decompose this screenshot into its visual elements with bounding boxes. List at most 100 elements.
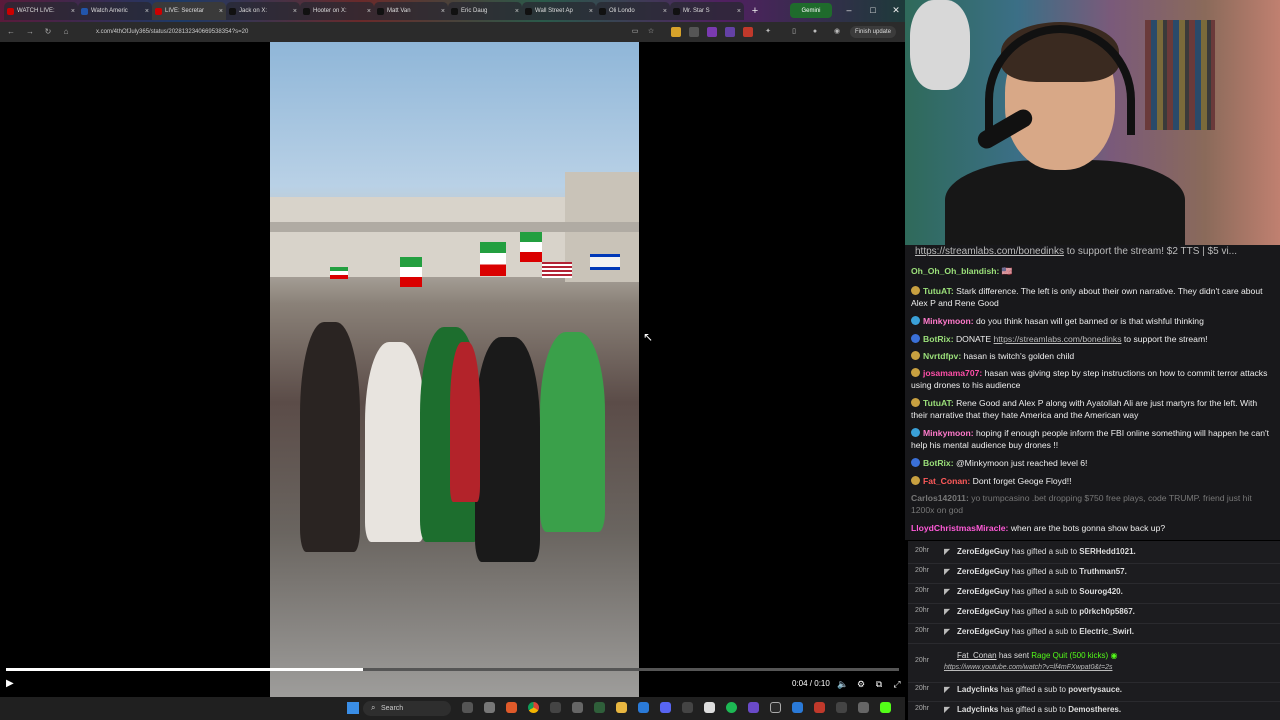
app-icon[interactable] bbox=[814, 702, 825, 713]
spotify-icon[interactable] bbox=[726, 702, 737, 713]
browser-tab[interactable]: Oli Londo × bbox=[596, 2, 670, 20]
file-icon[interactable] bbox=[484, 702, 495, 713]
fullscreen-icon[interactable]: ⤢ bbox=[891, 678, 903, 690]
tab-close-icon[interactable]: × bbox=[441, 8, 445, 15]
app-icon[interactable] bbox=[792, 702, 803, 713]
sidebar-icon[interactable]: ▯ bbox=[789, 27, 799, 37]
chat-username[interactable]: josamama707: bbox=[923, 368, 982, 378]
tab-close-icon[interactable]: × bbox=[145, 8, 149, 15]
obs-icon[interactable] bbox=[770, 702, 781, 713]
feed-gifter[interactable]: ZeroEdgeGuy bbox=[957, 607, 1009, 616]
extension-icon[interactable] bbox=[689, 27, 699, 37]
app-icon[interactable] bbox=[682, 702, 693, 713]
avatar-icon[interactable]: ◉ bbox=[832, 27, 842, 37]
url-field[interactable]: x.com/4thOfJuly365/status/20281323406695… bbox=[84, 25, 624, 39]
discord-icon[interactable] bbox=[660, 702, 671, 713]
play-icon[interactable]: ▶ bbox=[6, 678, 18, 690]
extension-icon[interactable] bbox=[707, 27, 717, 37]
browser-tab[interactable]: Eric Daug × bbox=[448, 2, 522, 20]
cast-icon[interactable]: ▭ bbox=[630, 27, 640, 37]
browser-tab[interactable]: Matt Van × bbox=[374, 2, 448, 20]
app-icon[interactable] bbox=[836, 702, 847, 713]
browser-app-icon[interactable] bbox=[506, 702, 517, 713]
forward-icon[interactable]: → bbox=[24, 26, 36, 38]
chrome-icon[interactable] bbox=[528, 702, 539, 713]
finish-update-button[interactable]: Finish update bbox=[850, 26, 896, 38]
new-tab-button[interactable]: + bbox=[748, 4, 762, 18]
app-icon[interactable] bbox=[748, 702, 759, 713]
tab-close-icon[interactable]: × bbox=[515, 8, 519, 15]
chat-username[interactable]: Nvrtdfpv: bbox=[923, 351, 961, 361]
feed-gifter[interactable]: Ladyclinks bbox=[957, 685, 998, 694]
extensions-puzzle-icon[interactable]: ✦ bbox=[763, 27, 773, 37]
browser-tab[interactable]: Jack on X: × bbox=[226, 2, 300, 20]
profile-icon[interactable]: ● bbox=[810, 27, 820, 37]
feed-recipient[interactable]: Electric_Swirl. bbox=[1079, 627, 1134, 636]
feed-user[interactable]: Fat_Conan bbox=[957, 651, 997, 660]
chat-username[interactable]: TutuAT: bbox=[923, 398, 954, 408]
chat-username[interactable]: Minkymoon: bbox=[923, 316, 974, 326]
chat-username[interactable]: BotRix: bbox=[923, 334, 954, 344]
app-icon[interactable] bbox=[594, 702, 605, 713]
app-icon[interactable] bbox=[550, 702, 561, 713]
app-icon[interactable] bbox=[572, 702, 583, 713]
feed-gifter[interactable]: ZeroEdgeGuy bbox=[957, 587, 1009, 596]
volume-icon[interactable]: 🔈 bbox=[837, 678, 849, 690]
app-icon[interactable] bbox=[638, 702, 649, 713]
chat-link[interactable]: https://streamlabs.com/bonedinks bbox=[994, 334, 1122, 344]
back-icon[interactable]: ← bbox=[5, 26, 17, 38]
feed-recipient[interactable]: Truthman57. bbox=[1079, 567, 1127, 576]
feed-recipient[interactable]: Demostheres. bbox=[1068, 705, 1121, 714]
browser-tab[interactable]: Watch Americ × bbox=[78, 2, 152, 20]
tab-close-icon[interactable]: × bbox=[71, 8, 75, 15]
tab-close-icon[interactable]: × bbox=[219, 8, 223, 15]
chat-username[interactable]: Minkymoon: bbox=[923, 428, 974, 438]
video-progress-bar[interactable] bbox=[6, 668, 899, 671]
extension-icon[interactable] bbox=[743, 27, 753, 37]
chat-username[interactable]: LloydChristmasMiracle: bbox=[911, 523, 1008, 533]
tab-close-icon[interactable]: × bbox=[293, 8, 297, 15]
reload-icon[interactable]: ↻ bbox=[42, 26, 54, 38]
browser-tab[interactable]: WATCH LIVE: × bbox=[4, 2, 78, 20]
chat-username[interactable]: BotRix: bbox=[923, 458, 954, 468]
feed-gifter[interactable]: Ladyclinks bbox=[957, 705, 998, 714]
twitch-extension-icon[interactable] bbox=[725, 27, 735, 37]
video-player[interactable]: ▶ 0:04 / 0:10 🔈 ⚙ ⧉ ⤢ bbox=[0, 42, 905, 697]
feed-gifter[interactable]: ZeroEdgeGuy bbox=[957, 627, 1009, 636]
pip-icon[interactable]: ⧉ bbox=[873, 678, 885, 690]
windows-start-icon[interactable] bbox=[347, 702, 359, 714]
tab-close-icon[interactable]: × bbox=[589, 8, 593, 15]
chat-username[interactable]: Oh_Oh_Oh_blandish: bbox=[911, 266, 999, 276]
browser-tab[interactable]: Hooter on X: × bbox=[300, 2, 374, 20]
settings-gear-icon[interactable]: ⚙ bbox=[855, 678, 867, 690]
maximize-icon[interactable]: □ bbox=[866, 3, 880, 17]
app-icon[interactable] bbox=[704, 702, 715, 713]
folder-icon[interactable] bbox=[616, 702, 627, 713]
feed-recipient[interactable]: Sourog420. bbox=[1079, 587, 1123, 596]
home-icon[interactable]: ⌂ bbox=[60, 26, 72, 38]
chat-username[interactable]: TutuAT: bbox=[923, 286, 954, 296]
feed-gifter[interactable]: ZeroEdgeGuy bbox=[957, 547, 1009, 556]
browser-tab[interactable]: Wall Street Ap × bbox=[522, 2, 596, 20]
gemini-button[interactable]: Gemini bbox=[790, 3, 832, 18]
minimize-icon[interactable]: – bbox=[842, 3, 856, 17]
kick-app-icon[interactable] bbox=[880, 702, 891, 713]
feed-recipient[interactable]: povertysauce. bbox=[1068, 685, 1122, 694]
taskbar-search[interactable]: Search bbox=[363, 701, 451, 716]
chat-username[interactable]: Carlos142011: bbox=[911, 493, 969, 503]
browser-tab[interactable]: Mr. Star S × bbox=[670, 2, 744, 20]
video-frame[interactable] bbox=[270, 42, 639, 697]
extension-icon[interactable] bbox=[671, 27, 681, 37]
tab-close-icon[interactable]: × bbox=[367, 8, 371, 15]
close-window-icon[interactable]: ✕ bbox=[889, 3, 903, 17]
browser-tab[interactable]: LIVE: Secretar × bbox=[152, 2, 226, 20]
chat-username[interactable]: Fat_Conan: bbox=[923, 476, 970, 486]
task-view-icon[interactable] bbox=[462, 702, 473, 713]
pinned-link[interactable]: https://streamlabs.com/bonedinks bbox=[915, 246, 1064, 257]
tab-close-icon[interactable]: × bbox=[663, 8, 667, 15]
feed-gifter[interactable]: ZeroEdgeGuy bbox=[957, 567, 1009, 576]
feed-link[interactable]: https://www.youtube.com/watch?v=lf4mFXwp… bbox=[944, 664, 1112, 671]
tab-close-icon[interactable]: × bbox=[737, 8, 741, 15]
bookmark-star-icon[interactable]: ☆ bbox=[646, 27, 656, 37]
feed-recipient[interactable]: SERHedd1021. bbox=[1079, 547, 1135, 556]
